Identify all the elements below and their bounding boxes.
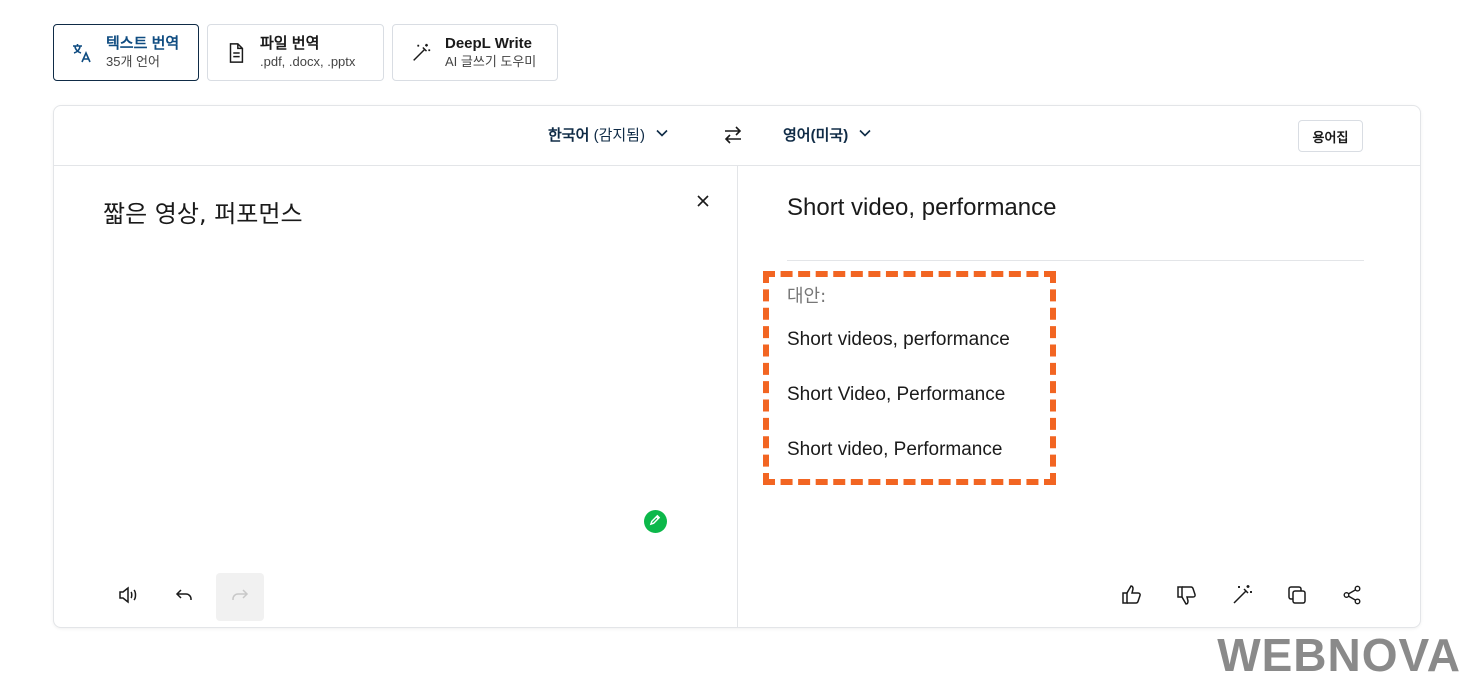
tab-subtitle: .pdf, .docx, .pptx [260, 53, 356, 69]
undo-icon [172, 583, 196, 612]
thumbs-up-button[interactable] [1108, 573, 1156, 621]
grammar-check-button[interactable] [644, 510, 667, 533]
undo-button[interactable] [160, 573, 208, 621]
magic-wand-icon [409, 41, 433, 65]
language-bar: 한국어 (감지됨) 영어(미국) 용어집 [54, 106, 1420, 166]
translator-panel: 한국어 (감지됨) 영어(미국) 용어집 짧은 영상, 퍼포먼스 Short v… [53, 105, 1421, 628]
mode-tabs: 텍스트 번역 35개 언어 파일 번역 .pdf, .docx, .pptx D… [53, 24, 558, 81]
tab-subtitle: 35개 언어 [106, 53, 160, 69]
alternatives-divider [787, 260, 1364, 261]
source-toolbar [104, 573, 264, 621]
thumbs-up-icon [1120, 583, 1144, 612]
tab-title: DeepL Write [445, 34, 532, 52]
swap-languages-button[interactable] [721, 123, 745, 147]
copy-button[interactable] [1273, 573, 1321, 621]
share-button[interactable] [1328, 573, 1376, 621]
source-language-label: 한국어 [548, 127, 590, 144]
pane-divider [737, 166, 738, 628]
tab-deepl-write[interactable]: DeepL Write AI 글쓰기 도우미 [392, 24, 558, 81]
swap-icon [721, 126, 745, 151]
copy-icon [1285, 583, 1309, 612]
redo-icon [228, 583, 252, 612]
close-icon [692, 195, 714, 216]
translate-icon [70, 41, 94, 65]
source-language-select[interactable]: 한국어 (감지됨) [548, 124, 669, 145]
chevron-down-icon [655, 126, 669, 144]
thumbs-down-button[interactable] [1163, 573, 1211, 621]
alternative-item[interactable]: Short video, Performance [787, 439, 1002, 461]
tab-subtitle: AI 글쓰기 도우미 [445, 53, 537, 69]
detected-label: (감지됨) [593, 127, 645, 144]
speaker-icon [116, 583, 140, 612]
source-text-input[interactable]: 짧은 영상, 퍼포먼스 [103, 194, 303, 229]
glossary-button[interactable]: 용어집 [1298, 120, 1363, 152]
tab-text-translation[interactable]: 텍스트 번역 35개 언어 [53, 24, 199, 81]
redo-button[interactable] [216, 573, 264, 621]
target-toolbar [1108, 573, 1376, 621]
target-language-select[interactable]: 영어(미국) [783, 124, 872, 145]
improve-writing-button[interactable] [1218, 573, 1266, 621]
alternative-item[interactable]: Short videos, performance [787, 329, 1010, 351]
target-language-label: 영어(미국) [783, 127, 849, 144]
tab-file-translation[interactable]: 파일 번역 .pdf, .docx, .pptx [207, 24, 384, 81]
chevron-down-icon [858, 126, 872, 144]
alternative-item[interactable]: Short Video, Performance [787, 384, 1005, 406]
watermark-logo: WEBNOVA [1217, 629, 1461, 681]
share-icon [1341, 584, 1363, 611]
thumbs-down-icon [1175, 583, 1199, 612]
magic-wand-icon [1230, 583, 1254, 612]
listen-button[interactable] [104, 573, 152, 621]
translation-output: Short video, performance [787, 194, 1057, 221]
clear-button[interactable] [692, 190, 714, 212]
pen-icon [649, 513, 662, 531]
tab-title: 파일 번역 [260, 34, 320, 52]
document-icon [224, 41, 248, 65]
tab-title: 텍스트 번역 [106, 34, 180, 52]
alternatives-label: 대안: [787, 286, 827, 307]
